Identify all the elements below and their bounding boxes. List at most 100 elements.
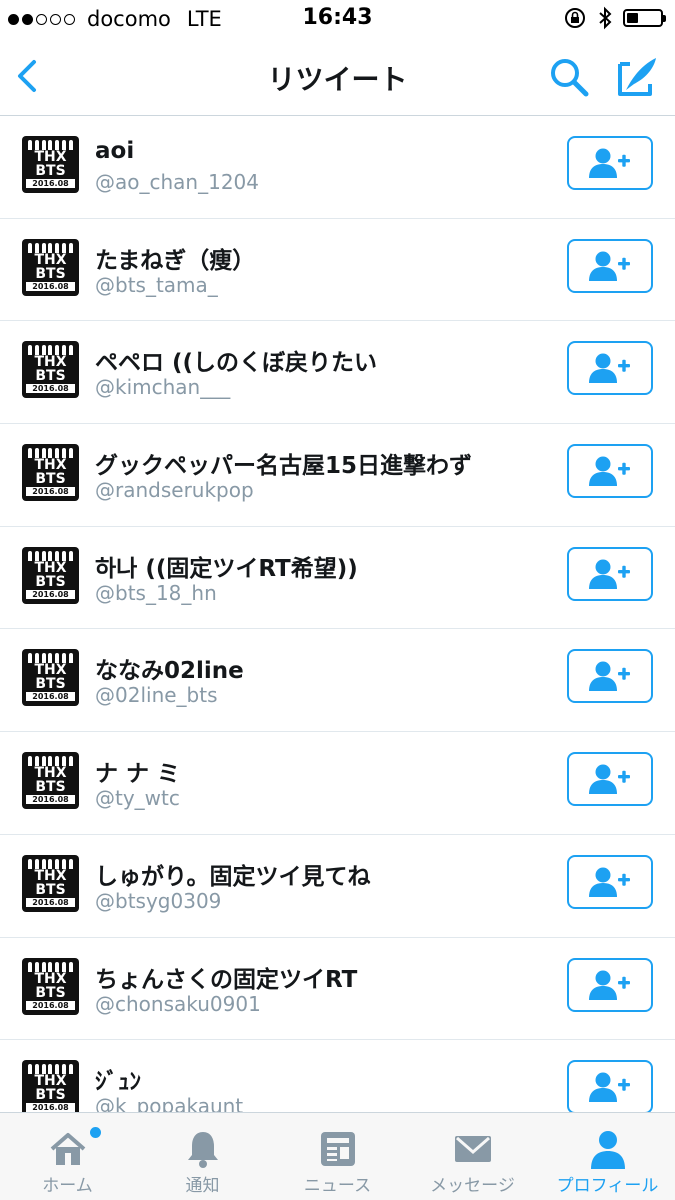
tab-news[interactable]: ニュース: [270, 1113, 405, 1200]
avatar-text-date: 2016.08: [26, 1000, 75, 1010]
follow-button[interactable]: [567, 238, 653, 293]
status-bar: docomo LTE 16:43: [0, 0, 675, 40]
list-item[interactable]: THX BTS 2016.08 しゅがり。固定ツイ見てね @btsyg0309: [0, 835, 675, 938]
user-display-name: ペペロ ((しのくぼ戻りたい: [95, 350, 378, 377]
tab-bell[interactable]: 通知: [135, 1113, 270, 1200]
avatar-text-date: 2016.08: [26, 692, 75, 702]
avatar-text-thx: THX: [34, 457, 67, 474]
list-item[interactable]: THX BTS 2016.08 ナ ナ ミ @ty_wtc: [0, 732, 675, 835]
avatar[interactable]: THX BTS 2016.08: [22, 649, 79, 707]
add-user-icon: [589, 1072, 630, 1103]
list-item[interactable]: THX BTS 2016.08 ｼﾞｭﾝ @k_popakaunt: [0, 1040, 675, 1112]
tab-label: プロフィール: [556, 1176, 659, 1196]
tab-label: メッセージ: [430, 1176, 515, 1196]
compose-icon[interactable]: [614, 54, 660, 98]
list-item[interactable]: THX BTS 2016.08 たまねぎ（痩） @bts_tama_: [0, 219, 675, 322]
status-right: [563, 6, 666, 30]
list-item[interactable]: THX BTS 2016.08 ペペロ ((しのくぼ戻りたい @kimchan___: [0, 321, 675, 425]
follow-button[interactable]: [567, 444, 653, 499]
avatar[interactable]: THX BTS 2016.08: [22, 444, 79, 502]
follow-button[interactable]: [567, 546, 653, 601]
avatar[interactable]: THX BTS 2016.08: [22, 752, 79, 810]
avatar[interactable]: THX BTS 2016.08: [22, 341, 79, 399]
avatar-text-date: 2016.08: [26, 589, 75, 599]
user-handle: @btsyg0309: [95, 888, 222, 913]
user-display-name: しゅがり。固定ツイ見てね: [95, 863, 371, 890]
avatar-text-date: 2016.08: [26, 1103, 75, 1112]
tab-label: ホーム: [42, 1176, 93, 1196]
avatar-text-date: 2016.08: [26, 795, 75, 805]
retweeters-list[interactable]: THX BTS 2016.08 aoi @ao_chan_1204 THX BTS 2016.…: [0, 116, 675, 1112]
follow-button[interactable]: [567, 649, 653, 704]
list-item[interactable]: THX BTS 2016.08 グックペッパー名古屋15日進撃わず @randseruk…: [0, 424, 675, 527]
avatar[interactable]: THX BTS 2016.08: [22, 957, 79, 1015]
avatar[interactable]: THX BTS 2016.08: [22, 546, 79, 604]
add-user-icon: [589, 970, 630, 1000]
tab-home[interactable]: ホーム: [0, 1113, 135, 1200]
user-handle: @k_popakaunt: [95, 1094, 244, 1112]
follow-button[interactable]: [567, 957, 653, 1012]
home-icon: [46, 1127, 90, 1171]
list-item[interactable]: THX BTS 2016.08 ちょんさくの固定ツイRT @chonsaku0901: [0, 938, 675, 1041]
user-display-name: ななみ02line: [95, 658, 244, 685]
avatar-figures: [28, 961, 73, 972]
list-item[interactable]: THX BTS 2016.08 하나 ((固定ツイRT希望)) @bts_18_hn: [0, 527, 675, 630]
avatar-text-bts: BTS: [35, 881, 66, 898]
avatar-text-date: 2016.08: [26, 384, 75, 394]
navigation-bar: リツイート: [0, 40, 675, 116]
envelope-icon: [451, 1127, 495, 1171]
tab-person[interactable]: プロフィール: [540, 1113, 675, 1200]
tab-label: 通知: [185, 1176, 220, 1196]
avatar-text-bts: BTS: [35, 676, 66, 693]
avatar-text-bts: BTS: [35, 779, 66, 796]
tab-envelope[interactable]: メッセージ: [405, 1113, 540, 1200]
avatar-text-bts: BTS: [35, 984, 66, 1001]
bell-icon: [181, 1127, 225, 1171]
list-item[interactable]: THX BTS 2016.08 ななみ02line @02line_bts: [0, 629, 675, 733]
avatar-text-bts: BTS: [35, 265, 66, 282]
follow-button[interactable]: [567, 854, 653, 909]
user-display-name: aoi: [95, 138, 135, 164]
follow-button[interactable]: [567, 136, 653, 190]
search-icon[interactable]: [548, 56, 590, 98]
add-user-icon: [589, 456, 630, 487]
add-user-icon: [589, 251, 630, 281]
tab-label: ニュース: [303, 1176, 372, 1196]
avatar-text-bts: BTS: [35, 1087, 66, 1104]
avatar[interactable]: THX BTS 2016.08: [22, 136, 79, 193]
add-user-icon: [589, 867, 630, 897]
user-display-name: グックペッパー名古屋15日進撃わず: [95, 453, 473, 480]
user-display-name: たまねぎ（痩）: [95, 247, 256, 274]
rotation-lock-icon: [565, 8, 585, 28]
avatar-text-bts: BTS: [35, 573, 66, 590]
avatar-text-thx: THX: [34, 662, 67, 679]
avatar[interactable]: THX BTS 2016.08: [22, 238, 79, 296]
battery-icon: [623, 9, 666, 27]
follow-button[interactable]: [567, 752, 653, 807]
user-handle: @ty_wtc: [95, 786, 180, 811]
list-item[interactable]: THX BTS 2016.08 aoi @ao_chan_1204: [0, 116, 675, 219]
user-handle: @bts_18_hn: [95, 580, 217, 605]
avatar-text-thx: THX: [34, 1073, 67, 1090]
avatar[interactable]: THX BTS 2016.08: [22, 1060, 79, 1112]
add-user-icon: [589, 764, 630, 795]
user-handle: @02line_bts: [95, 683, 218, 708]
avatar-text-bts: BTS: [35, 163, 66, 179]
add-user-icon: [589, 353, 630, 384]
add-user-icon: [589, 559, 630, 589]
follow-button[interactable]: [567, 341, 653, 396]
avatar-text-thx: THX: [34, 149, 67, 165]
avatar-text-thx: THX: [34, 559, 67, 576]
avatar-text-date: 2016.08: [26, 281, 75, 291]
add-user-icon: [589, 148, 630, 178]
avatar[interactable]: THX BTS 2016.08: [22, 854, 79, 912]
avatar-text-date: 2016.08: [26, 487, 75, 497]
avatar-text-thx: THX: [34, 765, 67, 782]
user-handle: @kimchan___: [95, 375, 231, 400]
user-display-name: ｼﾞｭﾝ: [95, 1069, 141, 1096]
tab-bar: ホーム 通知 ニュース メッセージ プロフィール: [0, 1112, 675, 1200]
avatar-text-date: 2016.08: [26, 897, 75, 907]
follow-button[interactable]: [567, 1060, 653, 1112]
avatar-text-thx: THX: [34, 251, 67, 268]
avatar-text-date: 2016.08: [26, 179, 75, 188]
